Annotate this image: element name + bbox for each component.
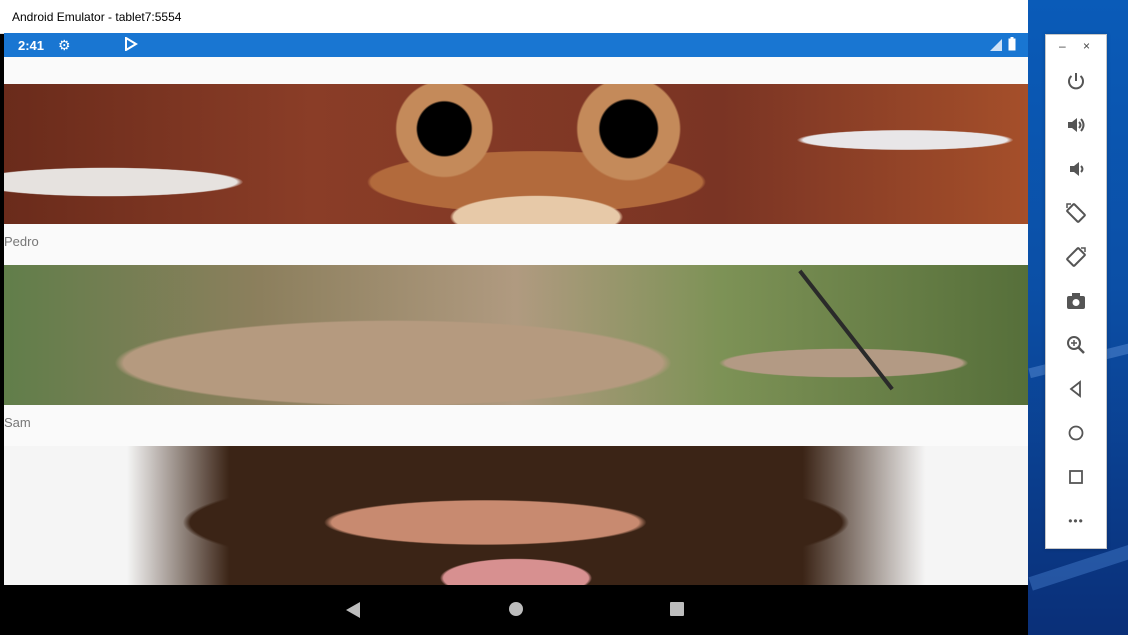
list-top-spacer [4, 57, 1028, 84]
volume-up-icon [1068, 118, 1085, 132]
rotate-left-button[interactable] [1063, 200, 1089, 226]
settings-icon: ⚙ [58, 37, 71, 53]
app-content: Pedro Sam [4, 57, 1028, 585]
volume-down-icon [1070, 162, 1084, 176]
volume-up-button[interactable] [1063, 112, 1089, 138]
list-item[interactable]: Pedro [4, 84, 1028, 265]
camera-icon [1067, 293, 1085, 309]
close-button[interactable]: × [1083, 39, 1090, 53]
home-button[interactable] [1063, 420, 1089, 446]
overview-button[interactable] [1063, 464, 1089, 490]
home-icon[interactable] [509, 602, 523, 616]
monkey-name: Pedro [4, 234, 39, 249]
zoom-icon [1067, 336, 1085, 354]
home-icon [1068, 425, 1084, 441]
window-titlebar: Android Emulator - tablet7:5554 [0, 0, 1028, 34]
recents-icon[interactable] [670, 602, 684, 616]
android-nav-bar [4, 585, 1028, 635]
monkey-photo [4, 446, 1028, 585]
emulator-window: Android Emulator - tablet7:5554 2:41 ⚙ P… [0, 0, 1028, 635]
play-store-icon [125, 37, 138, 51]
volume-down-button[interactable] [1063, 156, 1089, 182]
monkey-photo [4, 84, 1028, 224]
power-button[interactable] [1063, 68, 1089, 94]
zoom-button[interactable] [1063, 332, 1089, 358]
back-icon [1069, 380, 1081, 398]
monkey-photo [4, 265, 1028, 405]
wire [798, 269, 894, 391]
list-item[interactable] [4, 446, 1028, 585]
overview-icon [1069, 470, 1083, 484]
minimize-button[interactable]: – [1059, 39, 1066, 53]
monkey-name: Sam [4, 415, 31, 430]
caption-bar: Pedro [4, 224, 1028, 265]
rotate-left-icon [1066, 203, 1086, 223]
caption-bar: Sam [4, 405, 1028, 446]
screenshot-button[interactable] [1063, 288, 1089, 314]
more-button[interactable]: ••• [1063, 508, 1089, 534]
android-status-bar: 2:41 ⚙ [4, 33, 1028, 57]
list-item[interactable]: Sam [4, 265, 1028, 446]
desktop-streak [1028, 543, 1128, 591]
battery-icon [1008, 37, 1016, 51]
status-time: 2:41 [18, 38, 45, 53]
rotate-right-button[interactable] [1063, 244, 1089, 270]
more-icon: ••• [1068, 514, 1084, 528]
window-title: Android Emulator - tablet7:5554 [12, 10, 182, 24]
rotate-right-icon [1066, 247, 1086, 267]
back-icon[interactable] [346, 602, 360, 618]
back-button[interactable] [1063, 376, 1089, 402]
emulator-toolbar: – × ••• [1045, 34, 1107, 549]
power-icon [1068, 73, 1084, 90]
signal-icon [990, 39, 1002, 51]
